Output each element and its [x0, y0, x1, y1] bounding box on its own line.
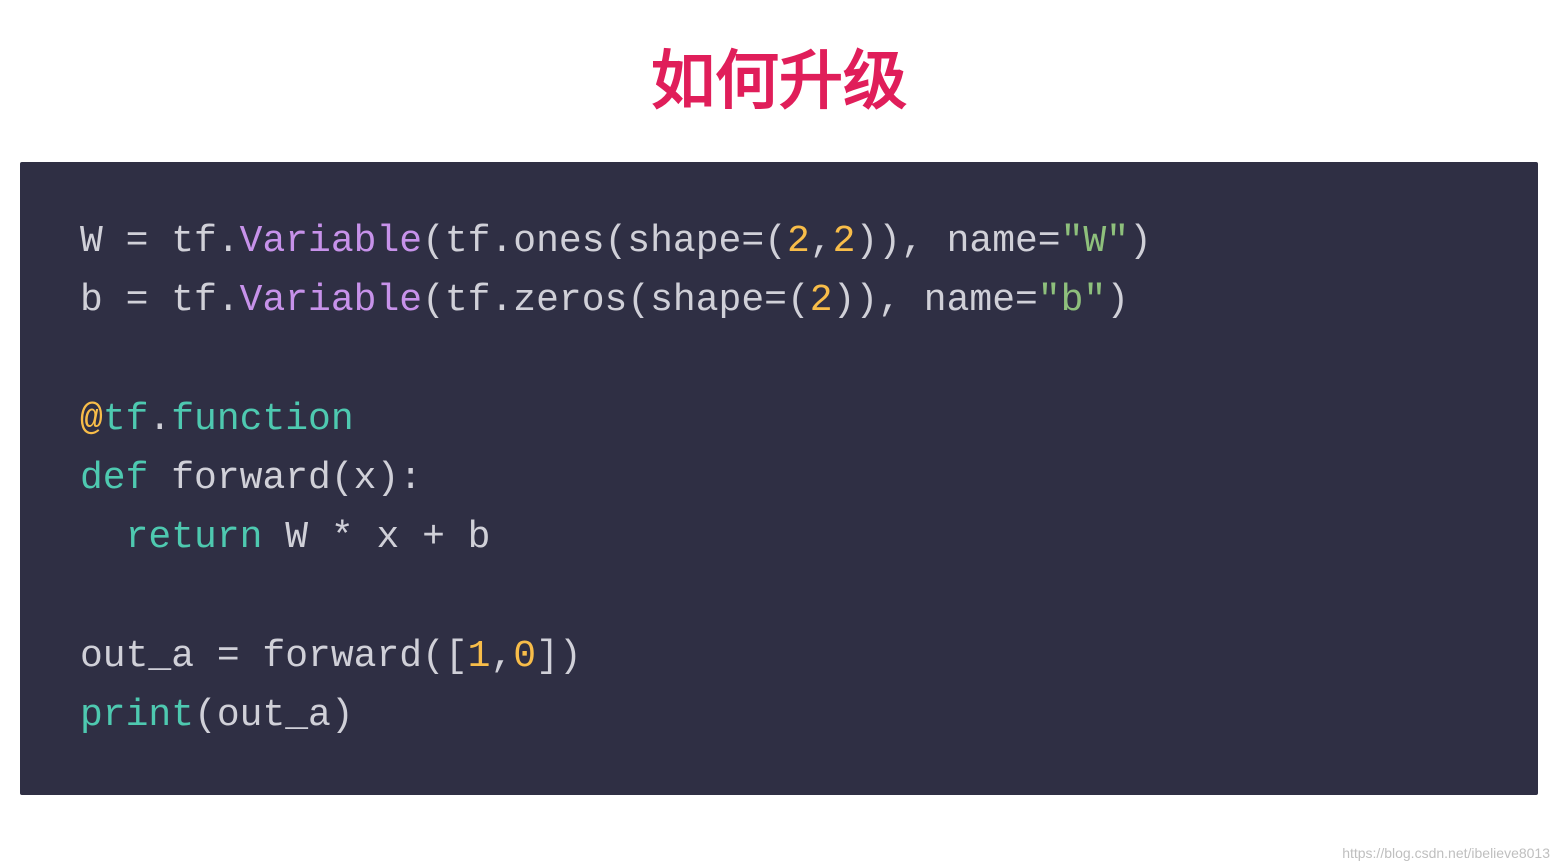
code-token: tf: [103, 398, 149, 441]
code-token: 1: [468, 635, 491, 678]
code-token: 2: [787, 220, 810, 263]
code-token: ,: [810, 220, 833, 263]
code-line: b = tf.Variable(tf.zeros(shape=(2)), nam…: [80, 271, 1478, 330]
code-token: [80, 339, 103, 382]
code-token: @: [80, 398, 103, 441]
code-line: @tf.function: [80, 390, 1478, 449]
code-token: [80, 516, 126, 559]
code-line: return W * x + b: [80, 508, 1478, 567]
code-token: Variable: [240, 279, 422, 322]
code-line: out_a = forward([1,0]): [80, 627, 1478, 686]
code-token: (tf.zeros(shape=(: [422, 279, 810, 322]
code-line: print(out_a): [80, 686, 1478, 745]
code-line: def forward(x):: [80, 449, 1478, 508]
code-token: out_a = forward([: [80, 635, 468, 678]
code-token: 2: [810, 279, 833, 322]
code-token: (tf.ones(shape=(: [422, 220, 787, 263]
code-token: ]): [536, 635, 582, 678]
code-line: [80, 568, 1478, 627]
code-token: 2: [833, 220, 856, 263]
code-token: ,: [490, 635, 513, 678]
code-token: (out_a): [194, 694, 354, 737]
code-token: )), name=: [855, 220, 1060, 263]
code-token: print: [80, 694, 194, 737]
code-token: "W": [1061, 220, 1129, 263]
code-block: W = tf.Variable(tf.ones(shape=(2,2)), na…: [20, 162, 1538, 795]
code-token: ): [1106, 279, 1129, 322]
code-token: W * x + b: [262, 516, 490, 559]
code-token: function: [171, 398, 353, 441]
code-token: b = tf.: [80, 279, 240, 322]
code-token: forward(x):: [148, 457, 422, 500]
code-token: def: [80, 457, 148, 500]
watermark: https://blog.csdn.net/ibelieve8013: [1342, 845, 1550, 861]
code-container: W = tf.Variable(tf.ones(shape=(2,2)), na…: [80, 212, 1478, 745]
code-token: W = tf.: [80, 220, 240, 263]
code-line: W = tf.Variable(tf.ones(shape=(2,2)), na…: [80, 212, 1478, 271]
code-token: )), name=: [833, 279, 1038, 322]
code-token: 0: [513, 635, 536, 678]
code-token: "b": [1038, 279, 1106, 322]
code-token: .: [148, 398, 171, 441]
page-title: 如何升级: [0, 0, 1558, 152]
code-token: Variable: [240, 220, 422, 263]
code-token: ): [1129, 220, 1152, 263]
code-line: [80, 331, 1478, 390]
code-token: [80, 576, 103, 619]
code-token: return: [126, 516, 263, 559]
